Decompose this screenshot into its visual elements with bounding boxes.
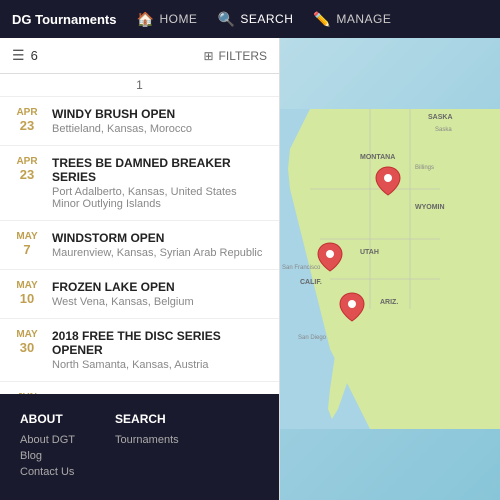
filter-button[interactable]: ⊞ FILTERS: [203, 49, 267, 63]
footer-search-col: SEARCH Tournaments: [115, 412, 179, 482]
svg-text:CALIF.: CALIF.: [300, 279, 322, 286]
event-details: WINDSTORM OPEN Maurenview, Kansas, Syria…: [52, 231, 267, 259]
footer-link-tournaments[interactable]: Tournaments: [115, 434, 179, 446]
svg-text:SASKA: SASKA: [428, 114, 453, 121]
nav-manage[interactable]: ✏️ MANAGE: [313, 11, 391, 28]
svg-text:MONTANA: MONTANA: [360, 154, 395, 161]
svg-text:San Diego: San Diego: [298, 335, 327, 341]
event-item[interactable]: May 7 WINDSTORM OPEN Maurenview, Kansas,…: [0, 221, 279, 270]
result-count: 6: [31, 48, 38, 63]
filter-icon: ⊞: [203, 49, 213, 63]
event-item[interactable]: Apr 23 TREES BE DAMNED BREAKER SERIES Po…: [0, 146, 279, 221]
event-date: May 10: [12, 280, 42, 308]
event-date: Apr 23: [12, 107, 42, 135]
footer-link-contact[interactable]: Contact Us: [20, 466, 75, 478]
navbar: DG Tournaments 🏠 HOME 🔍 SEARCH ✏️ MANAGE: [0, 0, 500, 38]
home-icon: 🏠: [137, 11, 155, 28]
pencil-icon: ✏️: [313, 11, 331, 28]
footer-link-blog[interactable]: Blog: [20, 450, 75, 462]
event-details: FROZEN LAKE OPEN West Vena, Kansas, Belg…: [52, 280, 267, 308]
footer-about-col: ABOUT About DGT Blog Contact Us: [20, 412, 75, 482]
svg-text:UTAH: UTAH: [360, 249, 379, 256]
toolbar: ☰ 6 ⊞ FILTERS: [0, 38, 279, 74]
event-details: TREES BE DAMNED BREAKER SERIES Port Adal…: [52, 156, 267, 210]
nav-search[interactable]: 🔍 SEARCH: [217, 11, 293, 28]
event-list: Apr 23 WINDY BRUSH OPEN Bettieland, Kans…: [0, 97, 279, 394]
brand: DG Tournaments: [12, 12, 117, 27]
map-background: SASKA Saska MONTANA Billings WYOMIN NEV.…: [280, 38, 500, 500]
map-svg: SASKA Saska MONTANA Billings WYOMIN NEV.…: [280, 38, 500, 500]
event-date: May 30: [12, 329, 42, 371]
search-icon: 🔍: [217, 11, 235, 28]
event-date: Apr 23: [12, 156, 42, 210]
map-panel: SASKA Saska MONTANA Billings WYOMIN NEV.…: [280, 38, 500, 500]
left-panel: ☰ 6 ⊞ FILTERS 1 Apr 23 WINDY BRUSH OPEN: [0, 38, 280, 500]
svg-text:Billings: Billings: [415, 165, 434, 171]
toolbar-left: ☰ 6: [12, 47, 44, 64]
page-number: 1: [0, 74, 279, 97]
svg-text:ARIZ.: ARIZ.: [380, 299, 398, 306]
svg-text:WYOMIN: WYOMIN: [415, 204, 445, 211]
event-item[interactable]: May 10 FROZEN LAKE OPEN West Vena, Kansa…: [0, 270, 279, 319]
event-item[interactable]: May 30 2018 FREE THE DISC SERIES OPENER …: [0, 319, 279, 382]
main-layout: ☰ 6 ⊞ FILTERS 1 Apr 23 WINDY BRUSH OPEN: [0, 38, 500, 500]
event-item[interactable]: Jun 1 GREEN MEADOW SUNSHINE SERIES West …: [0, 382, 279, 394]
nav-home[interactable]: 🏠 HOME: [137, 11, 198, 28]
footer-link-about-dgt[interactable]: About DGT: [20, 434, 75, 446]
list-icon: ☰: [12, 47, 25, 64]
event-details: 2018 FREE THE DISC SERIES OPENER North S…: [52, 329, 267, 371]
event-details: WINDY BRUSH OPEN Bettieland, Kansas, Mor…: [52, 107, 267, 135]
event-item[interactable]: Apr 23 WINDY BRUSH OPEN Bettieland, Kans…: [0, 97, 279, 146]
svg-text:Saska: Saska: [435, 127, 452, 133]
svg-text:San Francisco: San Francisco: [282, 265, 321, 271]
footer: ABOUT About DGT Blog Contact Us SEARCH T…: [0, 394, 279, 500]
event-date: May 7: [12, 231, 42, 259]
